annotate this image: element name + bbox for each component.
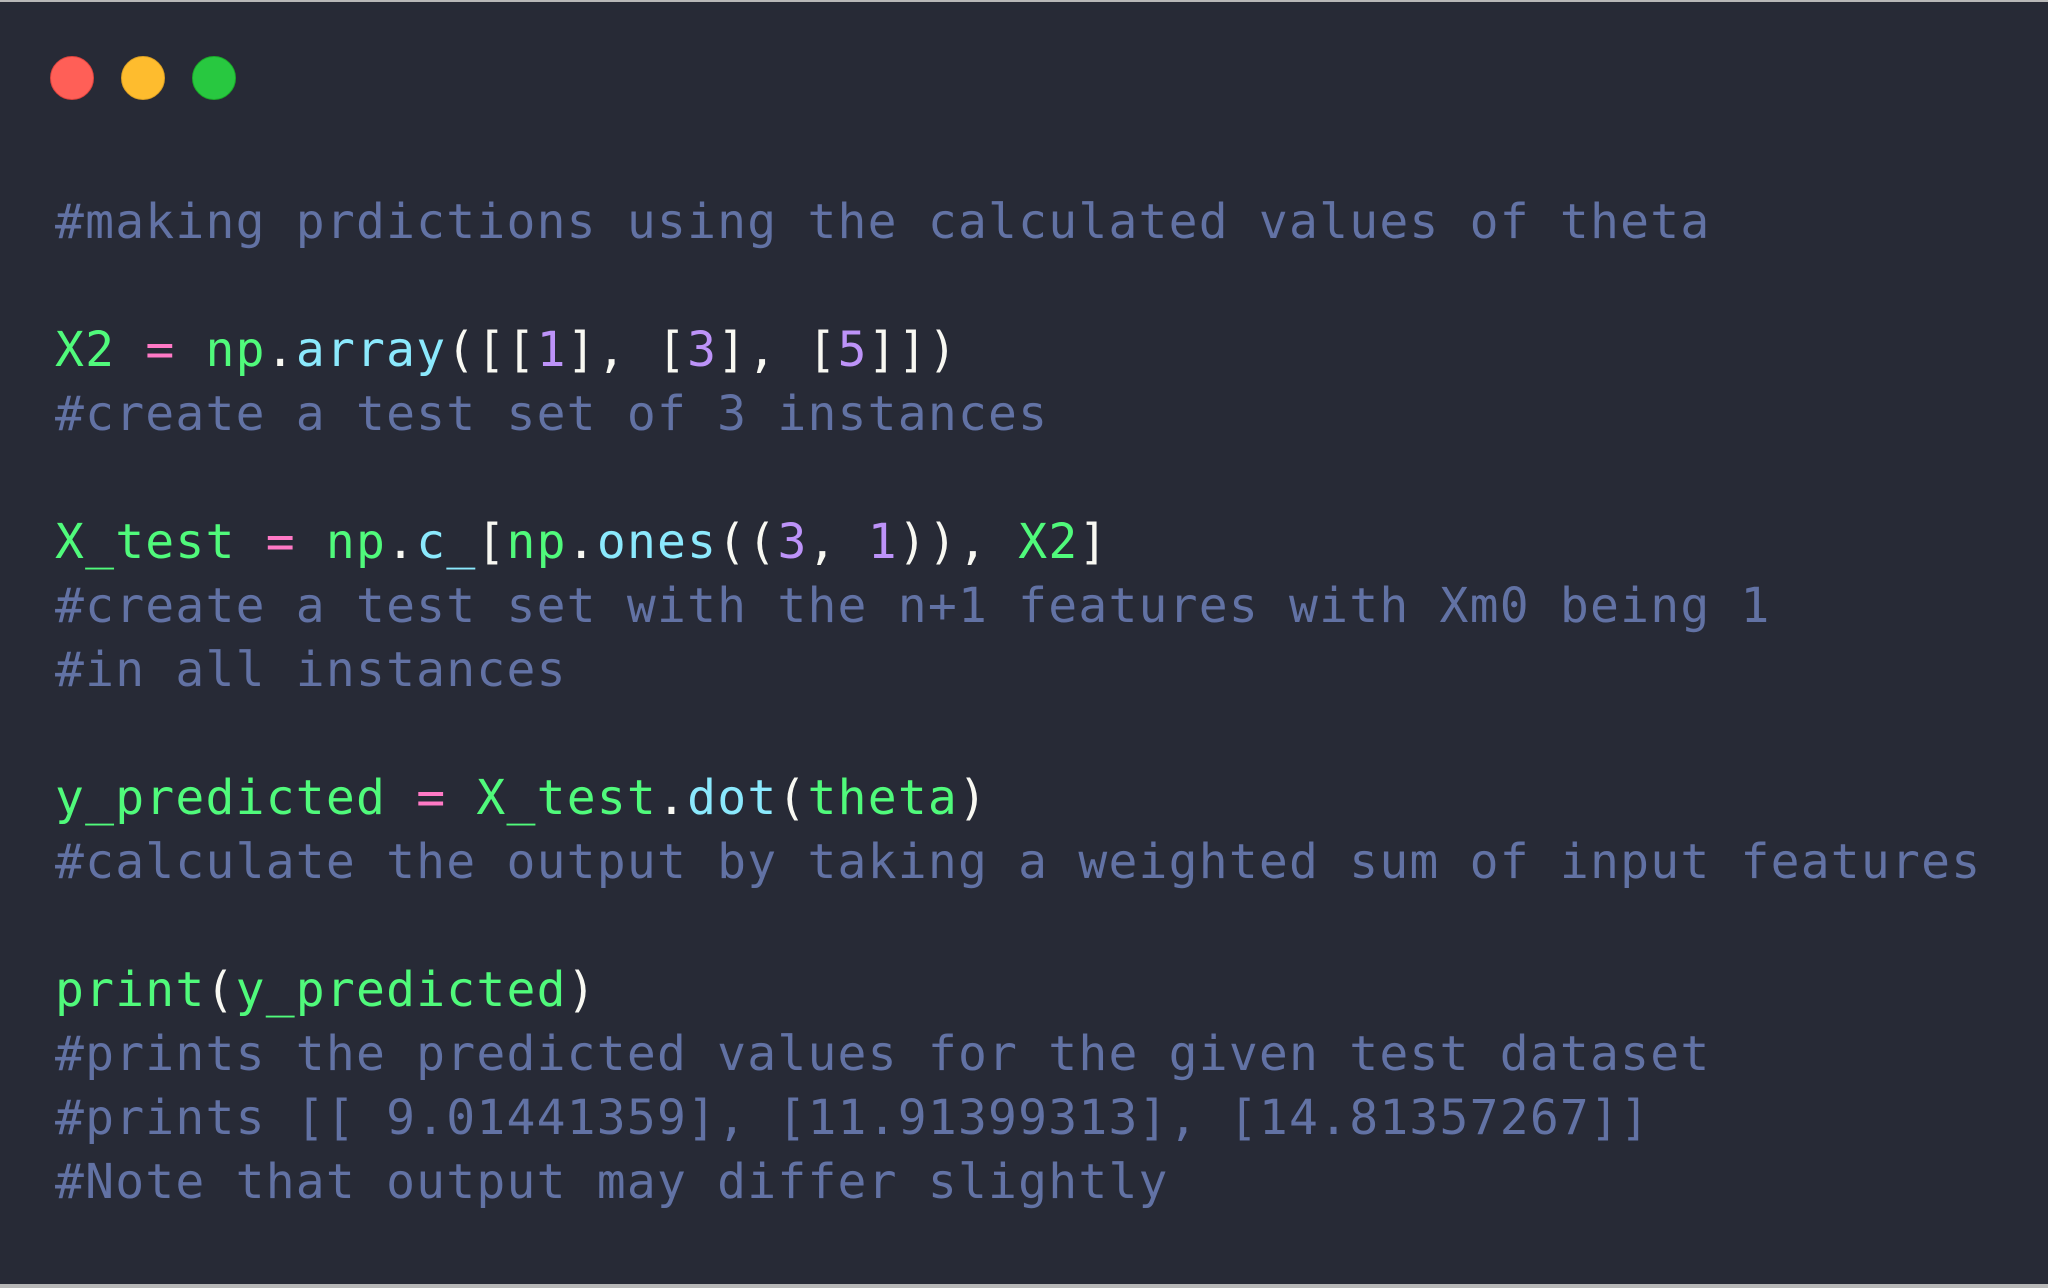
code-token: #Note that output may differ slightly xyxy=(55,1154,1169,1210)
code-line: y_predicted = X_test.dot(theta) xyxy=(55,766,1981,830)
code-comment-line: #calculate the output by taking a weight… xyxy=(55,830,1981,894)
maximize-button[interactable] xyxy=(192,56,236,100)
code-token: #prints [[ 9.01441359], [11.91399313], [… xyxy=(55,1090,1651,1146)
code-token: 1 xyxy=(536,322,567,378)
code-comment-line: #Note that output may differ slightly xyxy=(55,1150,1981,1214)
code-line: X2 = np.array([[1], [3], [5]]) xyxy=(55,318,1981,382)
code-token: #prints the predicted values for the giv… xyxy=(55,1026,1711,1082)
code-token: #create a test set of 3 instances xyxy=(55,386,1049,442)
code-token: theta xyxy=(807,770,959,826)
code-token: y_predicted xyxy=(55,770,387,826)
code-token: ) xyxy=(566,962,597,1018)
code-token: ]]) xyxy=(867,322,959,378)
code-token: dot xyxy=(687,770,778,826)
code-comment-line: #prints [[ 9.01441359], [11.91399313], [… xyxy=(55,1086,1981,1150)
code-token: np xyxy=(205,322,266,378)
code-token: 5 xyxy=(837,322,868,378)
code-token: = xyxy=(145,322,176,378)
code-token: #create a test set with the n+1 features… xyxy=(55,578,1771,634)
code-token: array xyxy=(295,322,447,378)
code-token: #in all instances xyxy=(55,642,567,698)
code-token: X2 xyxy=(55,322,116,378)
minimize-button[interactable] xyxy=(121,56,165,100)
code-comment-line: #prints the predicted values for the giv… xyxy=(55,1022,1981,1086)
code-token: )), xyxy=(897,514,1019,570)
code-token: . xyxy=(657,770,688,826)
code-token: #calculate the output by taking a weight… xyxy=(55,834,1982,890)
code-line: X_test = np.c_[np.ones((3, 1)), X2] xyxy=(55,510,1981,574)
code-token: ], [ xyxy=(717,322,838,378)
code-token: ( xyxy=(777,770,808,826)
code-token: np xyxy=(506,514,567,570)
code-token: ] xyxy=(1078,514,1109,570)
code-token: . xyxy=(265,322,296,378)
close-button[interactable] xyxy=(50,56,94,100)
code-token: print xyxy=(55,962,206,1018)
code-comment-line: #in all instances xyxy=(55,638,1981,702)
code-token: 3 xyxy=(687,322,718,378)
code-token: c_ xyxy=(416,514,477,570)
code-comment-line: #create a test set of 3 instances xyxy=(55,382,1981,446)
code-token: X_test xyxy=(55,514,236,570)
code-token: . xyxy=(386,514,417,570)
code-token: #making prdictions using the calculated … xyxy=(55,194,1711,250)
code-comment-line: #making prdictions using the calculated … xyxy=(55,190,1981,254)
code-token: (( xyxy=(717,514,778,570)
code-token: ( xyxy=(205,962,236,1018)
code-token: 3 xyxy=(777,514,808,570)
code-token: = xyxy=(416,770,447,826)
code-token: np xyxy=(325,514,387,570)
code-token: . xyxy=(566,514,597,570)
code-token: ones xyxy=(596,514,718,570)
code-token: ) xyxy=(958,770,989,826)
code-token: X_test xyxy=(476,770,658,826)
code-token: , xyxy=(807,514,868,570)
code-token: 1 xyxy=(867,514,898,570)
code-token: ([[ xyxy=(446,322,537,378)
code-comment-line: #create a test set with the n+1 features… xyxy=(55,574,1981,638)
code-window: #making prdictions using the calculated … xyxy=(0,2,2048,1284)
code-token: ], [ xyxy=(566,322,688,378)
code-block: #making prdictions using the calculated … xyxy=(55,190,1981,1214)
code-token: = xyxy=(265,514,296,570)
code-token: y_predicted xyxy=(235,962,567,1018)
code-line: print(y_predicted) xyxy=(55,958,1981,1022)
window-controls xyxy=(50,56,236,100)
code-token: [ xyxy=(476,514,507,570)
code-token: X2 xyxy=(1018,514,1079,570)
